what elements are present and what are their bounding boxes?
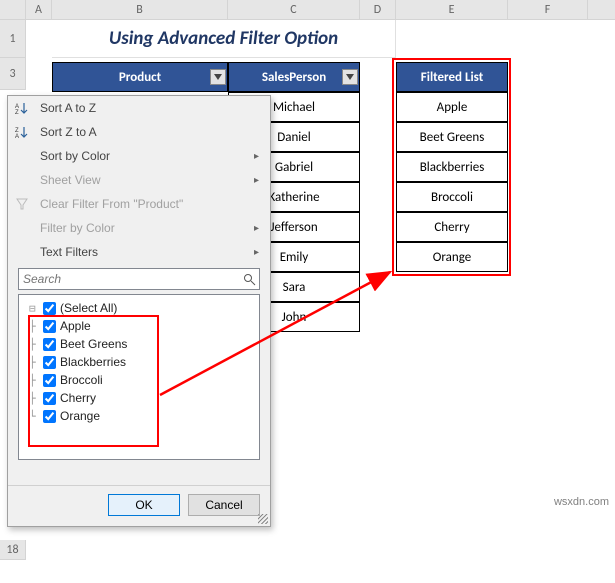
checkbox[interactable] (43, 356, 56, 369)
checkbox[interactable] (43, 410, 56, 423)
chevron-right-icon: ▸ (254, 151, 270, 162)
cancel-button[interactable]: Cancel (188, 494, 260, 516)
tree-item-label: Apple (60, 319, 91, 333)
chevron-down-icon (214, 74, 222, 80)
tree-item[interactable]: ├Apple (21, 317, 257, 335)
tree-item-label: Orange (60, 409, 100, 423)
cell-filtered[interactable]: Broccoli (396, 182, 508, 212)
col-F[interactable]: F (508, 0, 588, 19)
filter-color-label: Filter by Color (36, 221, 254, 235)
chevron-right-icon: ▸ (254, 223, 270, 234)
tree-item[interactable]: ├Broccoli (21, 371, 257, 389)
tree-item[interactable]: └Orange (21, 407, 257, 425)
search-icon (239, 273, 259, 286)
header-salesperson-label: SalesPerson (262, 70, 326, 85)
tree-item-label: Cherry (60, 391, 96, 405)
header-filtered: Filtered List (396, 62, 508, 92)
checkbox[interactable] (43, 302, 56, 315)
col-E[interactable]: E (396, 0, 508, 19)
filter-button-product[interactable] (210, 69, 226, 85)
resize-grip[interactable] (258, 514, 268, 524)
chevron-down-icon (346, 74, 354, 80)
cell-filtered[interactable]: Beet Greens (396, 122, 508, 152)
chevron-right-icon: ▸ (254, 247, 270, 258)
sort-color-label: Sort by Color (36, 149, 254, 163)
clear-filter-label: Clear Filter From "Product" (36, 197, 270, 211)
row-1[interactable]: 1 (0, 20, 26, 58)
header-product-label: Product (119, 70, 161, 85)
sort-desc-label: Sort Z to A (36, 125, 270, 139)
tree-item-label: Broccoli (60, 373, 103, 387)
search-input[interactable] (19, 272, 239, 286)
column-headers: A B C D E F (0, 0, 615, 20)
row-headers: 1 3 (0, 20, 26, 90)
sheet-view: Sheet View ▸ (8, 168, 270, 192)
watermark: wsxdn.com (554, 496, 609, 508)
clear-filter-icon (8, 197, 36, 211)
row-3[interactable]: 3 (0, 58, 26, 90)
sort-desc-icon: ZA (8, 125, 36, 139)
filter-value-tree[interactable]: ⊟(Select All) ├Apple ├Beet Greens ├Black… (18, 294, 260, 460)
text-filters-label: Text Filters (36, 245, 254, 259)
search-box[interactable] (18, 268, 260, 290)
checkbox[interactable] (43, 320, 56, 333)
tree-item-label: (Select All) (60, 301, 117, 315)
col-C[interactable]: C (228, 0, 360, 19)
svg-text:A: A (15, 134, 19, 139)
col-A[interactable]: A (26, 0, 52, 19)
cell-filtered[interactable]: Orange (396, 242, 508, 272)
col-B[interactable]: B (52, 0, 228, 19)
tree-item-label: Beet Greens (60, 337, 127, 351)
row-18[interactable]: 18 (0, 540, 26, 560)
tree-item[interactable]: ├Blackberries (21, 353, 257, 371)
checkbox[interactable] (43, 392, 56, 405)
ok-button[interactable]: OK (108, 494, 180, 516)
tree-item[interactable]: ├Beet Greens (21, 335, 257, 353)
page-title: Using Advanced Filter Option (52, 20, 396, 58)
chevron-right-icon: ▸ (254, 175, 270, 186)
header-salesperson: SalesPerson (228, 62, 360, 92)
clear-filter: Clear Filter From "Product" (8, 192, 270, 216)
sort-desc[interactable]: ZA Sort Z to A (8, 120, 270, 144)
sheet-view-label: Sheet View (36, 173, 254, 187)
checkbox[interactable] (43, 374, 56, 387)
cell-filtered[interactable]: Cherry (396, 212, 508, 242)
cell-filtered[interactable]: Blackberries (396, 152, 508, 182)
tree-item-label: Blackberries (60, 355, 126, 369)
sort-asc-icon: AZ (8, 101, 36, 115)
sort-color[interactable]: Sort by Color ▸ (8, 144, 270, 168)
sort-asc-label: Sort A to Z (36, 101, 270, 115)
filter-color: Filter by Color ▸ (8, 216, 270, 240)
checkbox[interactable] (43, 338, 56, 351)
header-filtered-label: Filtered List (421, 70, 483, 85)
header-product: Product (52, 62, 228, 92)
sort-asc[interactable]: AZ Sort A to Z (8, 96, 270, 120)
tree-item[interactable]: ⊟(Select All) (21, 299, 257, 317)
cell-filtered[interactable]: Apple (396, 92, 508, 122)
col-D[interactable]: D (360, 0, 396, 19)
tree-item[interactable]: ├Cherry (21, 389, 257, 407)
filter-button-salesperson[interactable] (342, 69, 358, 85)
text-filters[interactable]: Text Filters ▸ (8, 240, 270, 264)
svg-text:Z: Z (15, 110, 19, 115)
filter-dropdown: AZ Sort A to Z ZA Sort Z to A Sort by Co… (7, 95, 271, 527)
select-all-corner[interactable] (0, 0, 26, 19)
